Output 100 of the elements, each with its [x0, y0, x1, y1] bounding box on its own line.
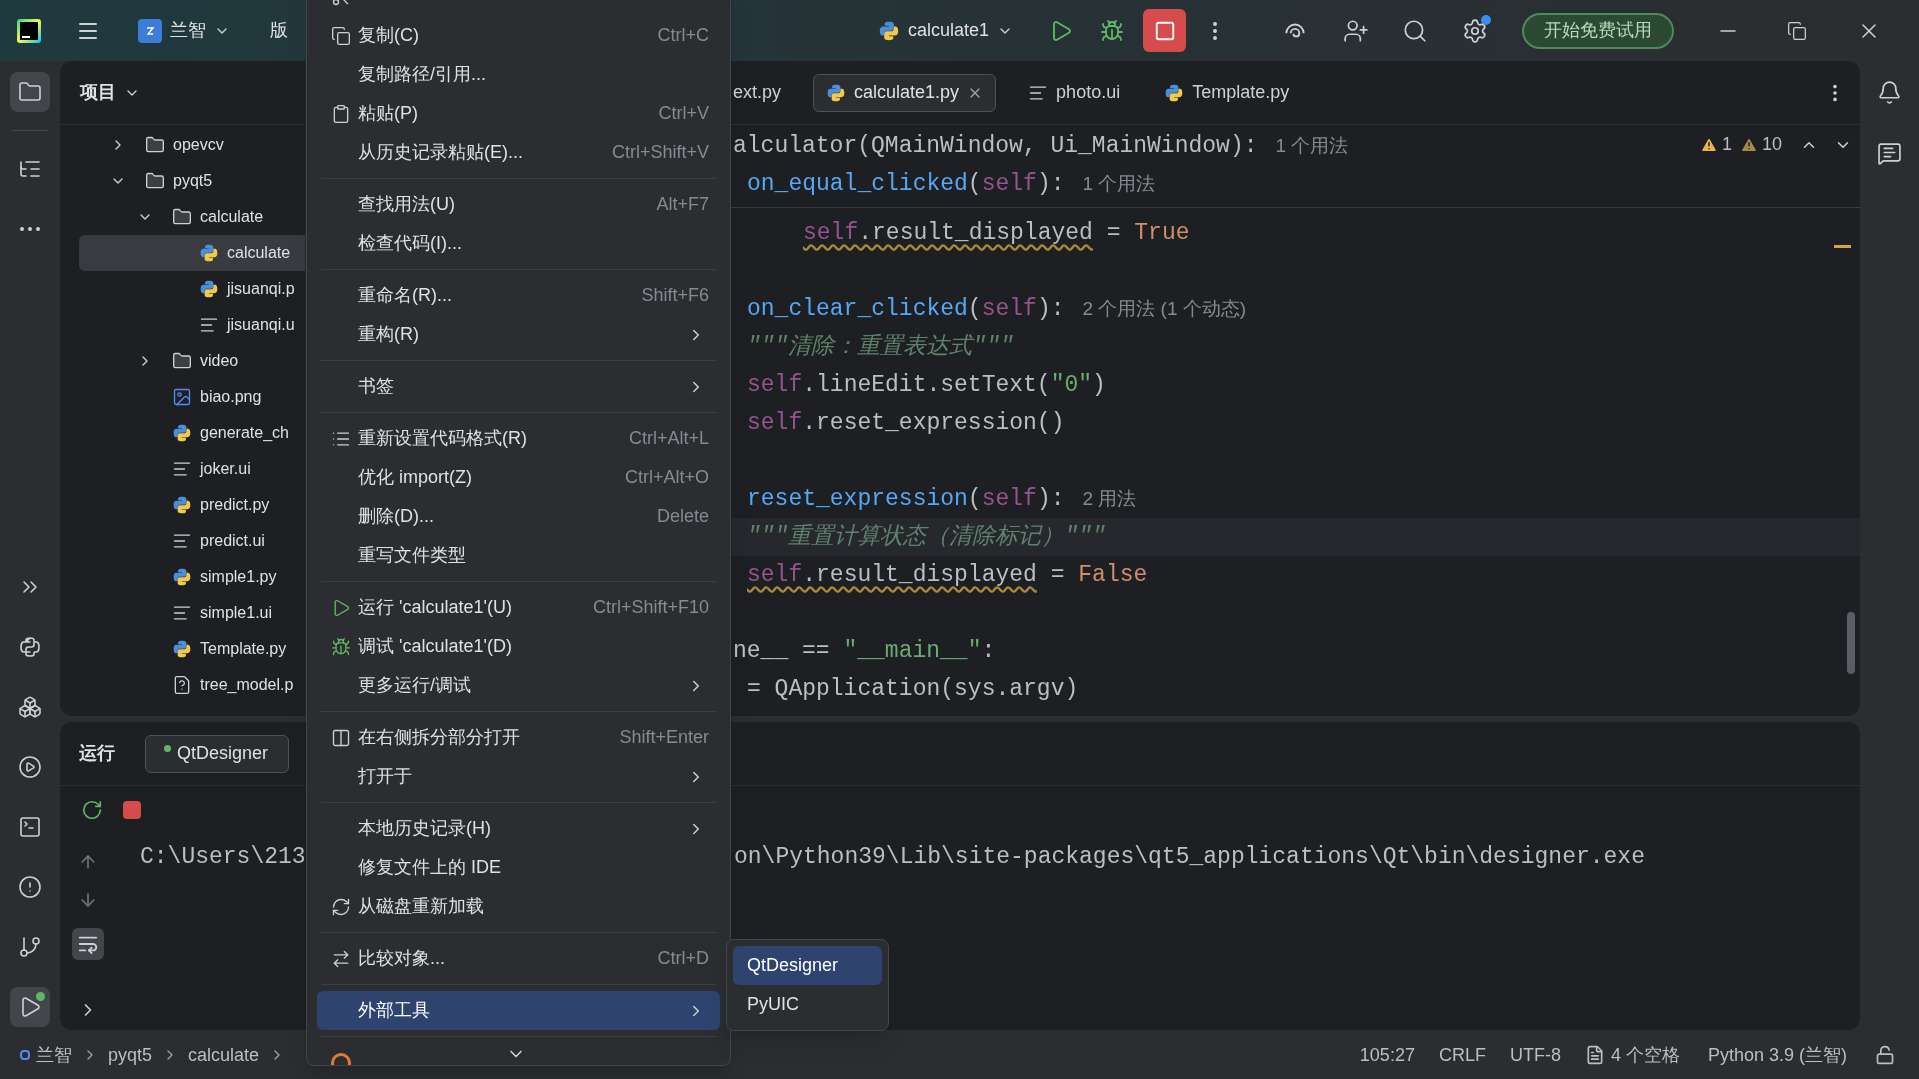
soft-wrap-button[interactable]	[72, 928, 104, 960]
menu-item[interactable]: 书签	[317, 367, 720, 406]
editor-tab[interactable]: photo.ui	[1016, 73, 1133, 112]
run-tab[interactable]: QtDesigner	[145, 734, 290, 773]
tree-item[interactable]: tree_model.p	[79, 667, 305, 703]
app-logo[interactable]	[17, 18, 41, 43]
menu-item[interactable]: 删除(D)... Delete	[317, 497, 720, 536]
folder-icon	[172, 207, 192, 227]
problems-icon	[18, 875, 42, 899]
tree-item[interactable]: joker.ui	[79, 451, 305, 487]
menu-item[interactable]: 比较对象... Ctrl+D	[317, 939, 720, 978]
editor-tab[interactable]: calculate1.py	[813, 73, 997, 112]
menu-item[interactable]: 外部工具	[317, 991, 720, 1030]
tree-item[interactable]: calculate	[79, 199, 305, 235]
file-name: biao.png	[200, 387, 262, 407]
menu-item[interactable]: 复制(C) Ctrl+C	[317, 16, 720, 55]
add-user-icon[interactable]	[1343, 17, 1370, 44]
menu-item[interactable]: 检查代码(I)...	[317, 224, 720, 263]
vcs-widget[interactable]: 版	[270, 17, 288, 44]
code-text: on_equal_clicked(self):	[747, 169, 1065, 199]
menu-item[interactable]: 从历史记录粘贴(E)... Ctrl+Shift+V	[317, 133, 720, 172]
tool-window-button[interactable]	[10, 987, 50, 1027]
menu-item[interactable]: 更多运行/调试	[317, 666, 720, 705]
tree-item[interactable]: opevcv	[79, 127, 305, 163]
caret-position[interactable]: 105:27	[1359, 1041, 1415, 1069]
tree-item[interactable]: predict.py	[79, 487, 305, 523]
tree-item[interactable]: jisuanqi.p	[79, 271, 305, 307]
usage-hint[interactable]: 1 个用法	[1082, 169, 1156, 199]
chat-icon[interactable]	[1877, 141, 1902, 166]
menu-item[interactable]: 在右侧拆分部分打开 Shift+Enter	[317, 718, 720, 757]
inspection-count[interactable]: 10	[1739, 131, 1782, 158]
tree-item[interactable]: predict.ui	[79, 523, 305, 559]
stop-button[interactable]	[1143, 9, 1187, 52]
menu-item[interactable]: PyUIC	[733, 985, 882, 1024]
menu-item[interactable]: QtDesigner	[733, 946, 882, 985]
breadcrumb[interactable]: calculate	[188, 1041, 260, 1069]
tool-window-button[interactable]	[10, 72, 50, 112]
editor-tab[interactable]: Template.py	[1152, 73, 1302, 112]
menu-item[interactable]: 本地历史记录(H)	[317, 809, 720, 848]
menu-item[interactable]: 修复文件上的 IDE	[317, 848, 720, 887]
unlocked-icon[interactable]	[1875, 1045, 1895, 1065]
tree-item[interactable]: generate_ch	[79, 415, 305, 451]
menu-item[interactable]: 调试 'calculate1'(D)	[317, 627, 720, 666]
python-console-icon[interactable]	[18, 635, 42, 659]
notifications-icon[interactable]	[1877, 80, 1902, 105]
python-file-icon	[172, 495, 192, 515]
panel-title[interactable]: 项目	[80, 79, 116, 106]
file-name: generate_ch	[200, 423, 289, 443]
menu-item[interactable]: 运行 'calculate1'(U) Ctrl+Shift+F10	[317, 588, 720, 627]
folder-icon	[172, 351, 192, 371]
inspection-count[interactable]: 1	[1699, 131, 1732, 158]
line-ending[interactable]: CRLF	[1438, 1041, 1486, 1069]
menu-item[interactable]: 重写文件类型	[317, 536, 720, 575]
code-text: """清除：重置表达式"""	[747, 332, 1014, 362]
python-file-icon	[1164, 82, 1185, 103]
unknown-file-icon	[172, 675, 192, 695]
scrollbar-thumb[interactable]	[1847, 612, 1855, 674]
menu-item[interactable]: 重命名(R)... Shift+F6	[317, 276, 720, 315]
code-text: self.lineEdit.setText("0")	[747, 370, 1106, 400]
menu-item[interactable]: 粘贴(P) Ctrl+V	[317, 94, 720, 133]
usage-hint[interactable]: 1 个用法	[1275, 131, 1349, 161]
file-name: joker.ui	[200, 459, 251, 479]
breadcrumb[interactable]: 兰智	[36, 1041, 72, 1069]
restore-icon[interactable]	[1787, 20, 1808, 41]
menu-item[interactable]: 复制路径/引用...	[317, 55, 720, 94]
search-icon[interactable]	[1402, 17, 1429, 44]
reload-icon	[331, 896, 351, 917]
more-icon	[20, 227, 40, 231]
python-file-icon	[199, 279, 219, 299]
stop-icon[interactable]	[123, 801, 141, 819]
menu-item[interactable]: 重新设置代码格式(R) Ctrl+Alt+L	[317, 419, 720, 458]
run-config-selector[interactable]: calculate1	[878, 17, 1014, 44]
settings-button[interactable]	[1462, 17, 1489, 44]
tree-item[interactable]: calculate	[79, 235, 305, 271]
trial-button[interactable]: 开始免费试用	[1522, 12, 1675, 49]
menu-item[interactable]: 从磁盘重新加载	[317, 887, 720, 926]
breadcrumb[interactable]: pyqt5	[108, 1041, 153, 1069]
menu-item[interactable]: 查找用法(U) Alt+F7	[317, 185, 720, 224]
project-selector[interactable]: 兰智	[138, 17, 230, 44]
console-output: on\Python39\Lib\site-packages\qt5_applications\Qt\bin\designer.exe	[734, 843, 1645, 872]
interpreter[interactable]: Python 3.9 (兰智)	[1707, 1041, 1847, 1069]
debug-icon[interactable]	[1100, 18, 1125, 43]
file-name: predict.ui	[200, 531, 265, 551]
tree-item[interactable]: video	[79, 343, 305, 379]
usage-hint[interactable]: 2 个用法 (1 个动态)	[1082, 294, 1247, 324]
tree-item[interactable]: biao.png	[79, 379, 305, 415]
indent-setting[interactable]: 4 个空格	[1610, 1041, 1680, 1069]
file-encoding[interactable]: UTF-8	[1509, 1041, 1561, 1069]
rerun-icon[interactable]	[81, 799, 103, 821]
menu-item[interactable]: 重构(R)	[317, 315, 720, 354]
tree-item[interactable]: jisuanqi.u	[79, 307, 305, 343]
menu-item[interactable]: 优化 import(Z) Ctrl+Alt+O	[317, 458, 720, 497]
usage-hint[interactable]: 2 用法	[1082, 484, 1137, 514]
tree-item[interactable]: pyqt5	[79, 163, 305, 199]
shortcut-text: Delete	[656, 505, 709, 528]
tree-item[interactable]: Template.py	[79, 631, 305, 667]
tree-item[interactable]: simple1.ui	[79, 595, 305, 631]
tree-item[interactable]: simple1.py	[79, 559, 305, 595]
bug-icon	[331, 636, 351, 657]
menu-item[interactable]: 打开于	[317, 757, 720, 796]
